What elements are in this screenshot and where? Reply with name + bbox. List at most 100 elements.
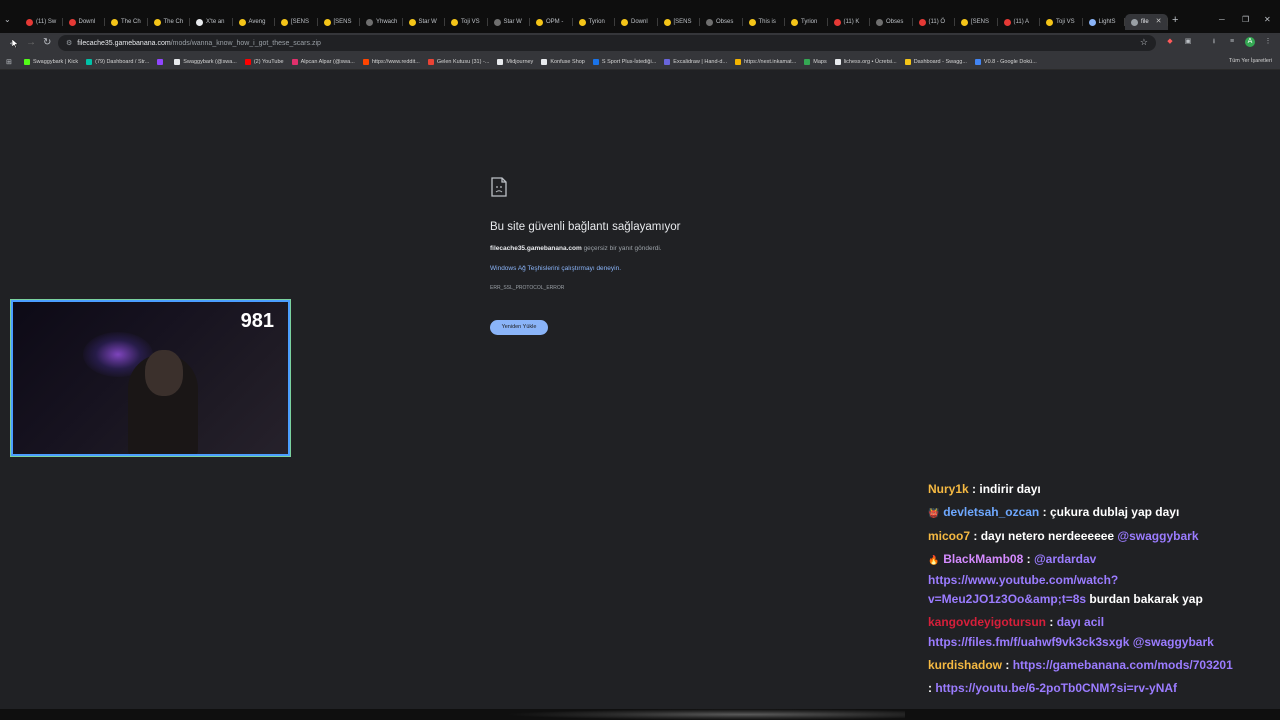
browser-tab[interactable]: (11) Ö — [913, 14, 956, 30]
bookmark-item[interactable]: Gelen Kutusu (31) -... — [427, 59, 489, 65]
bookmark-star-icon[interactable]: ☆ — [1140, 37, 1148, 48]
tab-close-icon[interactable]: ✕ — [1156, 17, 1162, 25]
extensions-icon[interactable]: ▣ — [1183, 37, 1193, 47]
bookmark-item[interactable]: Excalidraw | Hand-d... — [664, 59, 727, 65]
chat-message: kangovdeyigotursun : dayı acil https://f… — [922, 613, 1267, 652]
bookmark-item[interactable] — [157, 59, 166, 65]
tab-label: [SENS — [971, 19, 990, 25]
browser-tab[interactable]: Downl — [63, 14, 106, 30]
bookmark-item[interactable]: Swaggybark (@swa... — [174, 59, 237, 65]
bookmark-item[interactable]: S Sport Plus-İstediği... — [592, 59, 656, 65]
chat-link[interactable]: https://gamebanana.com/mods/703201 — [1013, 658, 1233, 672]
bookmark-item[interactable]: Midjourney — [497, 59, 533, 65]
close-window-icon[interactable]: ✕ — [1264, 15, 1271, 24]
reload-icon[interactable]: ↻ — [43, 37, 51, 48]
bookmark-item[interactable]: https://www.reddit... — [362, 59, 420, 65]
tab-label: The Ch — [121, 19, 141, 25]
bookmark-item[interactable]: V0.8 - Google Dokü... — [974, 59, 1037, 65]
chat-message: micoo7 : dayı netero nerdeeeeee @swaggyb… — [922, 527, 1267, 547]
network-diagnostics-link[interactable]: Windows Ağ Teşhislerini çalıştırmayı den… — [490, 265, 621, 272]
browser-tab[interactable]: X'te an — [190, 14, 233, 30]
tab-favicon-icon — [1088, 18, 1096, 26]
all-bookmarks-button[interactable]: Tüm Yer İşaretleri — [1229, 58, 1272, 64]
bookmark-item[interactable]: Konfuse Shop — [541, 59, 585, 65]
bookmark-item[interactable]: Maps — [804, 59, 827, 65]
forward-icon[interactable]: → — [26, 37, 36, 48]
browser-tab[interactable]: Tyrion — [785, 14, 828, 30]
browser-tab[interactable]: Toji VS — [1040, 14, 1083, 30]
bookmark-favicon-icon — [804, 59, 811, 65]
browser-tab[interactable]: [SENS — [955, 14, 998, 30]
tab-label: This is — [758, 19, 776, 25]
chat-text: dayı netero nerdeeeeee — [980, 529, 1118, 543]
tab-favicon-icon — [876, 18, 883, 26]
browser-tab[interactable]: Star W — [403, 14, 446, 30]
tab-label: (11) Ö — [928, 19, 946, 25]
broken-page-icon — [491, 177, 507, 197]
chat-overlay: Nury1k : indirir dayı 👹 devletsah_ozcan : … — [922, 480, 1267, 702]
tab-favicon-icon — [26, 18, 33, 26]
chat-text: çukura dublaj yap dayı — [1049, 505, 1180, 519]
profile-avatar[interactable]: A — [1245, 37, 1255, 47]
browser-tab[interactable]: The Ch — [105, 14, 148, 30]
browser-tab[interactable]: Yhwach — [360, 14, 403, 30]
browser-tab[interactable]: Obses — [700, 14, 743, 30]
browser-tab[interactable]: The Ch — [148, 14, 191, 30]
browser-tab[interactable]: (11) A — [998, 14, 1041, 30]
bookmark-label: V0.8 - Google Dokü... — [983, 59, 1037, 65]
browser-tab[interactable]: (11) K — [828, 14, 871, 30]
bookmark-item[interactable]: Dashboard - Swagg... — [904, 59, 967, 65]
tab-favicon-icon — [153, 18, 161, 26]
browser-tab[interactable]: Star W — [488, 14, 531, 30]
bookmark-label: https://www.reddit... — [371, 59, 420, 65]
browser-tab[interactable]: Downl — [615, 14, 658, 30]
tab-favicon-icon — [366, 18, 373, 26]
tab-list: (11) Sw Downl The Ch The Ch X'te an Aveng [SEN… — [20, 14, 1168, 30]
extension-shield-icon[interactable]: ◆ — [1165, 37, 1175, 47]
browser-tab[interactable]: LightS — [1083, 14, 1126, 30]
address-bar[interactable]: ⚙ filecache35.gamebanana.com/mods/wanna_… — [58, 35, 1156, 51]
restore-icon[interactable]: ❐ — [1242, 15, 1249, 24]
browser-tab[interactable]: Toji VS — [445, 14, 488, 30]
browser-tab[interactable]: This is — [743, 14, 786, 30]
bottom-strip — [0, 709, 1280, 720]
bottom-figure — [505, 709, 905, 720]
browser-tab[interactable]: Tyrion — [573, 14, 616, 30]
bookmark-item[interactable]: (2) YouTube — [244, 59, 284, 65]
bookmark-item[interactable]: Alpcan Alpar (@swa... — [291, 59, 355, 65]
site-info-icon[interactable]: ⚙ — [66, 39, 72, 47]
bookmark-item[interactable]: Swaggybark | Kick — [24, 59, 78, 65]
tab-favicon-icon — [196, 18, 203, 26]
tab-favicon-icon — [111, 18, 118, 26]
reading-list-icon[interactable]: ≡ — [1227, 37, 1237, 47]
browser-tab[interactable]: Aveng — [233, 14, 276, 30]
tab-search-icon[interactable]: ⌄ — [4, 15, 11, 24]
browser-tab[interactable]: [SENS — [658, 14, 701, 30]
minimize-icon[interactable]: ─ — [1219, 15, 1225, 24]
bookmark-item[interactable]: lichess.org • Ücretsi... — [834, 59, 897, 65]
bookmark-favicon-icon — [592, 59, 599, 65]
apps-grid-icon[interactable]: ⊞ — [6, 58, 12, 66]
chat-link[interactable]: https://youtu.be/6-2poTb0CNM?si=rv-yNAf — [935, 681, 1177, 695]
bookmark-favicon-icon — [834, 59, 841, 65]
chat-link[interactable]: @swaggybark — [1117, 529, 1198, 543]
bookmark-favicon-icon — [904, 59, 911, 65]
browser-tab[interactable]: Obses — [870, 14, 913, 30]
reload-button[interactable]: Yeniden Yükle — [490, 320, 548, 335]
bookmark-item[interactable]: https://next.inkamat... — [735, 59, 796, 65]
chat-message: 👹 devletsah_ozcan : çukura dublaj yap day… — [922, 503, 1267, 524]
browser-tab[interactable]: [SENS — [275, 14, 318, 30]
menu-icon[interactable]: ⋮ — [1263, 37, 1273, 47]
chat-badge-icon: 🔥 — [928, 555, 940, 565]
browser-tab[interactable]: OPM - — [530, 14, 573, 30]
bookmark-label: Maps — [813, 59, 827, 65]
error-description: filecache35.gamebanana.com geçersiz bir … — [490, 245, 662, 252]
download-icon[interactable]: ⭳ — [1209, 37, 1219, 47]
bookmark-item[interactable]: (79) Dashboard / Str... — [86, 59, 149, 65]
browser-tab[interactable]: (11) Sw — [20, 14, 63, 30]
chat-username: devletsah_ozcan — [943, 505, 1040, 519]
new-tab-button[interactable]: + — [1172, 14, 1178, 26]
browser-tab[interactable]: file ✕ — [1125, 14, 1168, 30]
bookmark-favicon-icon — [427, 59, 434, 65]
browser-tab[interactable]: [SENS — [318, 14, 361, 30]
